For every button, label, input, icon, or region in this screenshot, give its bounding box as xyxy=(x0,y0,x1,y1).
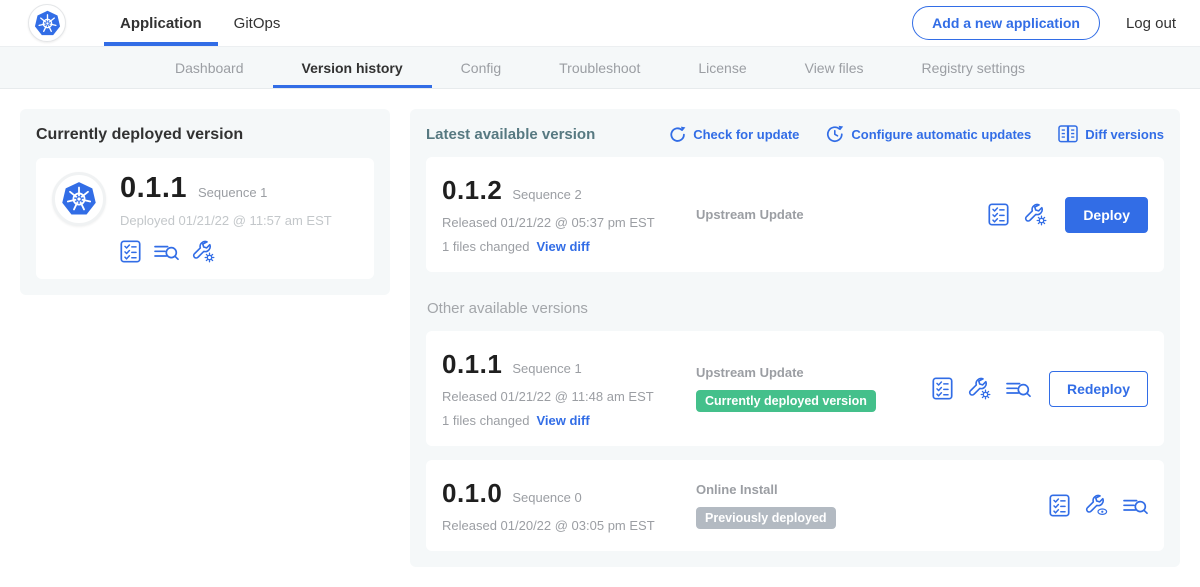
version-source: Upstream Update Currently deployed versi… xyxy=(696,365,932,412)
refresh-icon xyxy=(669,126,686,143)
released-timestamp: Released 01/20/22 @ 03:05 pm EST xyxy=(442,518,696,533)
add-application-button[interactable]: Add a new application xyxy=(912,6,1100,40)
view-diff-link[interactable]: View diff xyxy=(536,239,589,254)
version-card-0-1-1: 0.1.1 Sequence 1 Released 01/21/22 @ 11:… xyxy=(426,331,1164,446)
subnav-item-config[interactable]: Config xyxy=(432,47,530,88)
files-changed-label: 1 files changed xyxy=(442,413,529,428)
released-timestamp: Released 01/21/22 @ 05:37 pm EST xyxy=(442,215,696,230)
source-label: Upstream Update xyxy=(696,365,922,380)
subnav-item-registry-settings[interactable]: Registry settings xyxy=(893,47,1054,88)
latest-version-header: Latest available version Check for updat… xyxy=(426,125,1164,143)
schedule-update-icon xyxy=(826,125,844,143)
check-for-update-link[interactable]: Check for update xyxy=(669,126,799,143)
tab-gitops[interactable]: GitOps xyxy=(218,0,297,46)
deployed-version-card: 0.1.1 Sequence 1 Deployed 01/21/22 @ 11:… xyxy=(36,158,374,279)
app-avatar xyxy=(52,172,106,226)
source-label: Upstream Update xyxy=(696,207,978,222)
deploy-logs-icon[interactable] xyxy=(154,243,179,261)
subnav-item-dashboard[interactable]: Dashboard xyxy=(146,47,273,88)
app-subnav: Dashboard Version history Config Trouble… xyxy=(0,47,1200,89)
tab-gitops-label: GitOps xyxy=(234,15,281,32)
version-card-0-1-2: 0.1.2 Sequence 2 Released 01/21/22 @ 05:… xyxy=(426,157,1164,272)
version-source: Upstream Update xyxy=(696,207,988,222)
preflight-checks-icon[interactable] xyxy=(932,377,953,400)
version-source: Online Install Previously deployed xyxy=(696,482,1049,529)
diff-versions-label: Diff versions xyxy=(1085,127,1164,142)
tab-application[interactable]: Application xyxy=(104,0,218,46)
view-diff-link[interactable]: View diff xyxy=(536,413,589,428)
logout-button[interactable]: Log out xyxy=(1126,15,1176,32)
subnav-item-view-files[interactable]: View files xyxy=(776,47,893,88)
currently-deployed-panel: Currently deployed version 0.1.1 Sequenc… xyxy=(20,109,390,295)
currently-deployed-title: Currently deployed version xyxy=(36,126,374,144)
config-icon[interactable] xyxy=(192,240,215,263)
kubernetes-logo-icon xyxy=(34,10,61,37)
version-actions: Check for update Configure automatic upd… xyxy=(669,125,1164,143)
deploy-logs-icon[interactable] xyxy=(1006,380,1031,398)
configure-automatic-updates-link[interactable]: Configure automatic updates xyxy=(826,125,1031,143)
main-content: Currently deployed version 0.1.1 Sequenc… xyxy=(0,89,1200,587)
other-versions-title: Other available versions xyxy=(427,300,1163,317)
previously-deployed-badge: Previously deployed xyxy=(696,507,836,529)
subnav-item-version-history[interactable]: Version history xyxy=(273,47,432,88)
subnav-item-troubleshoot[interactable]: Troubleshoot xyxy=(530,47,669,88)
preflight-checks-icon[interactable] xyxy=(988,203,1009,226)
diff-versions-link[interactable]: Diff versions xyxy=(1058,125,1164,143)
deploy-button[interactable]: Deploy xyxy=(1065,197,1148,233)
latest-version-title: Latest available version xyxy=(426,126,595,143)
deployed-version-info: 0.1.1 Sequence 1 Deployed 01/21/22 @ 11:… xyxy=(120,172,332,263)
card-gap xyxy=(426,446,1164,460)
files-changed-label: 1 files changed xyxy=(442,239,529,254)
config-icon[interactable] xyxy=(1024,203,1047,226)
version-card-actions: Deploy xyxy=(988,197,1148,233)
deployed-sequence-label: Sequence 1 xyxy=(198,185,267,200)
config-view-icon[interactable] xyxy=(1085,494,1108,517)
released-timestamp: Released 01/21/22 @ 11:48 am EST xyxy=(442,389,696,404)
top-header: Application GitOps Add a new application… xyxy=(0,0,1200,47)
sequence-label: Sequence 2 xyxy=(512,187,581,202)
version-card-0-1-0: 0.1.0 Sequence 0 Released 01/20/22 @ 03:… xyxy=(426,460,1164,551)
sequence-label: Sequence 1 xyxy=(512,361,581,376)
tab-application-label: Application xyxy=(120,15,202,32)
configure-automatic-updates-label: Configure automatic updates xyxy=(851,127,1031,142)
kubernetes-logo-icon xyxy=(61,181,97,217)
config-icon[interactable] xyxy=(968,377,991,400)
redeploy-button[interactable]: Redeploy xyxy=(1049,371,1148,407)
version-number: 0.1.1 xyxy=(442,349,502,380)
version-card-actions: Redeploy xyxy=(932,371,1148,407)
version-card-actions xyxy=(1049,494,1148,517)
version-info: 0.1.1 Sequence 1 Released 01/21/22 @ 11:… xyxy=(442,349,696,428)
deploy-logs-icon[interactable] xyxy=(1123,497,1148,515)
deployed-timestamp: Deployed 01/21/22 @ 11:57 am EST xyxy=(120,213,332,228)
sequence-label: Sequence 0 xyxy=(512,490,581,505)
version-history-panel: Latest available version Check for updat… xyxy=(410,109,1180,567)
deployed-version-number: 0.1.1 xyxy=(120,172,187,205)
header-spacer xyxy=(296,0,912,46)
diff-icon xyxy=(1058,125,1078,143)
subnav-item-license[interactable]: License xyxy=(669,47,775,88)
currently-deployed-badge: Currently deployed version xyxy=(696,390,876,412)
preflight-checks-icon[interactable] xyxy=(120,240,141,263)
source-label: Online Install xyxy=(696,482,1039,497)
version-number: 0.1.2 xyxy=(442,175,502,206)
version-number: 0.1.0 xyxy=(442,478,502,509)
preflight-checks-icon[interactable] xyxy=(1049,494,1070,517)
version-info: 0.1.0 Sequence 0 Released 01/20/22 @ 03:… xyxy=(442,478,696,533)
version-info: 0.1.2 Sequence 2 Released 01/21/22 @ 05:… xyxy=(442,175,696,254)
app-logo xyxy=(28,4,66,42)
check-for-update-label: Check for update xyxy=(693,127,799,142)
